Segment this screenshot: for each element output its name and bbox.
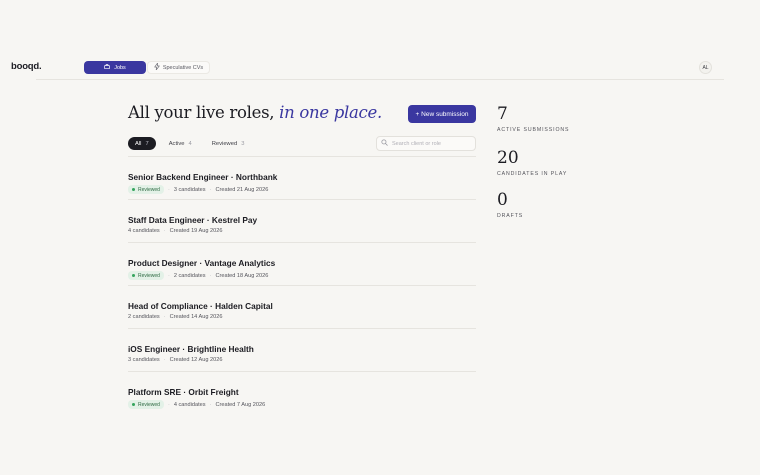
role-title[interactable]: Staff Data Engineer · Kestrel Pay <box>128 215 257 225</box>
status-dot-icon <box>132 274 135 277</box>
candidate-count: 4 candidates <box>173 401 206 408</box>
roles-list: Senior Backend Engineer · Northbank Revi… <box>128 156 476 414</box>
filter-label: All <box>135 140 142 147</box>
app-logo[interactable]: booqd. <box>11 61 42 72</box>
role-title[interactable]: iOS Engineer · Brightline Health <box>128 344 254 354</box>
created-date: Created 7 Aug 2026 <box>215 401 266 408</box>
stat-active-submissions: 7 ACTIVE SUBMISSIONS <box>497 104 587 134</box>
stat-label: CANDIDATES IN PLAY <box>497 171 568 177</box>
role-row[interactable]: Staff Data Engineer · Kestrel Pay 4 cand… <box>128 199 476 242</box>
role-row[interactable]: Head of Compliance · Halden Capital 2 ca… <box>128 285 476 328</box>
separator: · <box>163 314 166 320</box>
role-meta: 4 candidates · Created 19 Aug 2026 <box>128 228 222 234</box>
role-meta: 2 candidates · Created 14 Aug 2026 <box>128 314 222 320</box>
badge-label: Reviewed <box>138 186 160 193</box>
filter-label: Reviewed <box>211 140 238 147</box>
filter-tab-reviewed[interactable]: Reviewed 3 <box>205 137 252 150</box>
created-date: Created 14 Aug 2026 <box>169 314 223 320</box>
candidate-count: 2 candidates <box>173 272 206 279</box>
page-title-plain: All your live roles, <box>128 103 280 122</box>
separator: · <box>167 401 170 408</box>
nav-jobs-label: Jobs <box>114 64 126 71</box>
status-dot-icon <box>132 188 135 191</box>
badge-label: Reviewed <box>138 401 160 408</box>
sparkle-icon <box>154 62 160 72</box>
role-meta: Reviewed · 2 candidates · Created 18 Aug… <box>128 271 268 280</box>
filter-count: 4 <box>188 140 192 147</box>
created-date: Created 18 Aug 2026 <box>215 272 269 279</box>
role-row[interactable]: iOS Engineer · Brightline Health 3 candi… <box>128 328 476 371</box>
briefcase-icon <box>104 64 111 71</box>
search-box[interactable] <box>376 136 476 151</box>
reviewed-badge: Reviewed <box>128 271 164 280</box>
role-title[interactable]: Product Designer · Vantage Analytics <box>128 258 275 268</box>
status-dot-icon <box>132 403 135 406</box>
role-meta: Reviewed · 4 candidates · Created 7 Aug … <box>128 400 265 409</box>
created-date: Created 12 Aug 2026 <box>169 357 223 363</box>
badge-label: Reviewed <box>138 272 160 279</box>
filter-count: 3 <box>241 140 245 147</box>
new-submission-button[interactable]: + New submission <box>408 105 476 123</box>
created-date: Created 19 Aug 2026 <box>169 228 223 234</box>
separator: · <box>209 272 212 279</box>
candidate-count: 3 candidates <box>173 186 206 193</box>
role-title[interactable]: Senior Backend Engineer · Northbank <box>128 172 277 182</box>
page-title-accent: in one place. <box>279 103 382 122</box>
candidate-count: 4 candidates <box>128 228 160 234</box>
filter-tabs: All 7 Active 4 Reviewed 3 <box>128 137 251 150</box>
role-meta: Reviewed · 3 candidates · Created 21 Aug… <box>128 185 268 194</box>
nav-jobs-tab[interactable]: Jobs <box>84 61 146 74</box>
separator: · <box>163 228 166 234</box>
nav-cvs-label: Speculative CVs <box>162 64 204 71</box>
separator: · <box>209 186 212 193</box>
separator: · <box>167 272 170 279</box>
role-row[interactable]: Platform SRE · Orbit Freight Reviewed · … <box>128 371 476 414</box>
search-input[interactable] <box>392 140 472 147</box>
stat-value: 0 <box>497 190 508 210</box>
stat-drafts: 0 DRAFTS <box>497 190 587 220</box>
user-avatar[interactable]: AL <box>699 61 712 74</box>
stat-value: 7 <box>497 104 508 124</box>
reviewed-badge: Reviewed <box>128 185 164 194</box>
candidate-count: 2 candidates <box>128 314 160 320</box>
separator: · <box>209 401 212 408</box>
reviewed-badge: Reviewed <box>128 400 164 409</box>
page-title: All your live roles, in one place. <box>128 103 382 122</box>
filter-count: 7 <box>145 140 149 147</box>
separator: · <box>163 357 166 363</box>
candidate-count: 3 candidates <box>128 357 160 363</box>
stat-label: DRAFTS <box>497 213 524 219</box>
role-title[interactable]: Head of Compliance · Halden Capital <box>128 301 273 311</box>
separator: · <box>167 186 170 193</box>
role-row[interactable]: Senior Backend Engineer · Northbank Revi… <box>128 156 476 199</box>
filter-tab-all[interactable]: All 7 <box>128 137 156 150</box>
role-title[interactable]: Platform SRE · Orbit Freight <box>128 387 239 397</box>
stat-value: 20 <box>497 148 519 168</box>
stat-label: ACTIVE SUBMISSIONS <box>497 127 570 133</box>
role-meta: 3 candidates · Created 12 Aug 2026 <box>128 357 222 363</box>
stat-candidates-in-play: 20 CANDIDATES IN PLAY <box>497 148 587 178</box>
nav-speculative-cvs-tab[interactable]: Speculative CVs <box>147 61 210 74</box>
search-icon <box>381 139 388 148</box>
filter-tab-active[interactable]: Active 4 <box>162 137 199 150</box>
filter-label: Active <box>168 140 185 147</box>
role-row[interactable]: Product Designer · Vantage Analytics Rev… <box>128 242 476 285</box>
created-date: Created 21 Aug 2026 <box>215 186 269 193</box>
